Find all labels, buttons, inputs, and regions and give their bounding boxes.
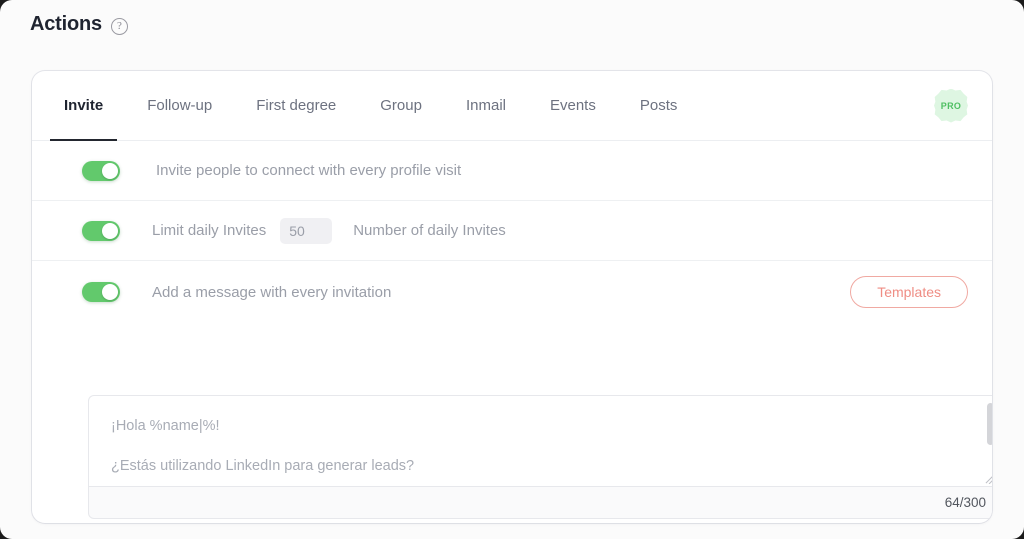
app-page: Actions ? Invite Follow-up First degree … (0, 0, 1024, 539)
daily-invites-suffix-label: Number of daily Invites (353, 222, 506, 239)
page-header: Actions ? (30, 13, 128, 36)
row-limit-daily-invites: Limit daily Invites Number of daily Invi… (32, 201, 992, 261)
textarea-scrollbar[interactable] (987, 403, 992, 481)
tab-follow-up[interactable]: Follow-up (125, 71, 234, 141)
toggle-knob (102, 222, 118, 239)
toggle-knob (102, 162, 118, 179)
message-line-1: ¡Hola %name|%! (111, 418, 220, 434)
tab-first-degree[interactable]: First degree (234, 71, 358, 141)
tab-bar: Invite Follow-up First degree Group Inma… (32, 71, 992, 141)
tab-group[interactable]: Group (358, 71, 444, 141)
question-circle-icon[interactable]: ? (110, 17, 128, 35)
tab-posts[interactable]: Posts (618, 71, 700, 141)
message-editor: ¡Hola %name|%! ¿Estás utilizando LinkedI… (88, 395, 992, 519)
page-title: Actions (30, 13, 102, 35)
message-textarea[interactable]: ¡Hola %name|%! ¿Estás utilizando LinkedI… (88, 395, 992, 487)
tab-events[interactable]: Events (528, 71, 618, 141)
character-counter: 64/300 (944, 495, 986, 510)
character-counter-bar: 64/300 (88, 487, 992, 519)
toggle-knob (102, 284, 118, 300)
row-add-message-label: Add a message with every invitation (152, 283, 392, 301)
toggle-invite-on-visit[interactable] (82, 160, 120, 181)
tab-inmail[interactable]: Inmail (444, 71, 528, 141)
message-line-2: ¿Estás utilizando LinkedIn para generar … (111, 458, 415, 474)
toggle-add-message[interactable] (82, 282, 120, 302)
row-limit-daily-invites-label: Limit daily Invites (152, 222, 267, 239)
row-invite-on-visit-label: Invite people to connect with every prof… (156, 162, 462, 179)
daily-invites-input[interactable] (280, 217, 333, 244)
actions-card: Invite Follow-up First degree Group Inma… (32, 71, 992, 523)
resize-handle-icon[interactable] (984, 471, 992, 484)
toggle-limit-daily-invites[interactable] (82, 220, 120, 241)
scrollbar-thumb[interactable] (987, 403, 992, 445)
row-invite-on-visit: Invite people to connect with every prof… (32, 141, 992, 201)
row-add-message: Add a message with every invitation Temp… (32, 261, 992, 323)
pro-badge: PRO (934, 88, 968, 123)
tab-invite[interactable]: Invite (42, 71, 125, 141)
templates-button[interactable]: Templates (850, 276, 968, 308)
